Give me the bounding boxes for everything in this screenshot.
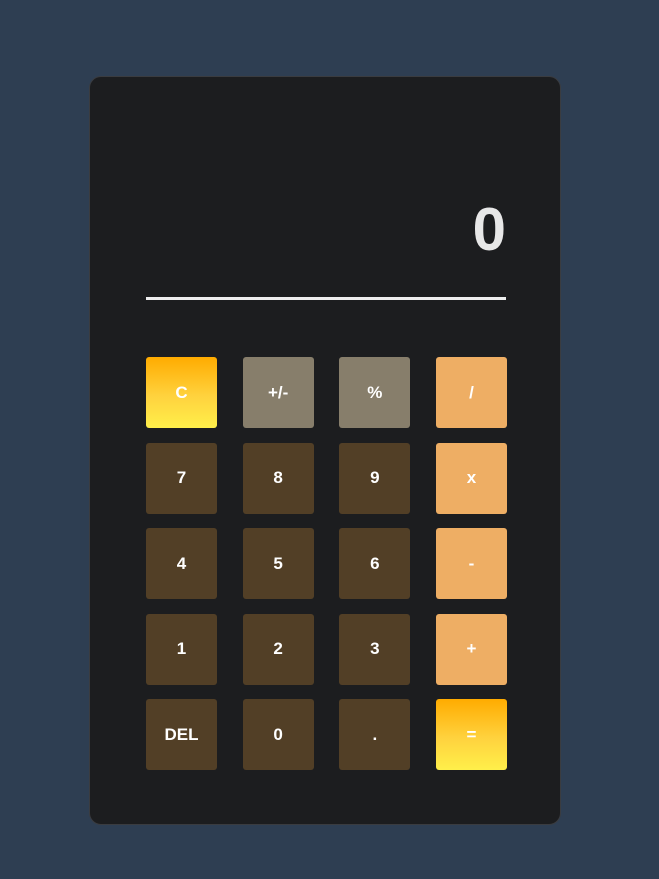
digit-5-button[interactable]: 5 — [242, 528, 314, 599]
divide-button[interactable]: / — [435, 357, 507, 428]
digit-3-button[interactable]: 3 — [339, 613, 411, 685]
keypad: C +/- % / 7 8 9 x 4 5 6 - 1 2 3 + DEL 0 … — [146, 357, 507, 770]
digit-2-button[interactable]: 2 — [242, 613, 314, 685]
display-divider — [146, 297, 506, 300]
subtract-button[interactable]: - — [435, 528, 507, 599]
multiply-button[interactable]: x — [435, 442, 507, 514]
delete-button[interactable]: DEL — [146, 699, 217, 770]
add-button[interactable]: + — [435, 613, 507, 685]
digit-4-button[interactable]: 4 — [146, 528, 217, 599]
clear-button[interactable]: C — [146, 357, 217, 428]
toggle-sign-button[interactable]: +/- — [242, 357, 314, 428]
equals-button[interactable]: = — [435, 699, 507, 770]
percent-button[interactable]: % — [339, 357, 411, 428]
calculator: 0 C +/- % / 7 8 9 x 4 5 6 - 1 2 3 + DEL … — [89, 76, 561, 825]
result-display: 0 — [472, 196, 506, 263]
digit-0-button[interactable]: 0 — [242, 699, 314, 770]
digit-8-button[interactable]: 8 — [242, 442, 314, 514]
digit-1-button[interactable]: 1 — [146, 613, 217, 685]
digit-7-button[interactable]: 7 — [146, 442, 217, 514]
digit-9-button[interactable]: 9 — [339, 442, 411, 514]
decimal-point-button[interactable]: . — [339, 699, 411, 770]
digit-6-button[interactable]: 6 — [339, 528, 411, 599]
